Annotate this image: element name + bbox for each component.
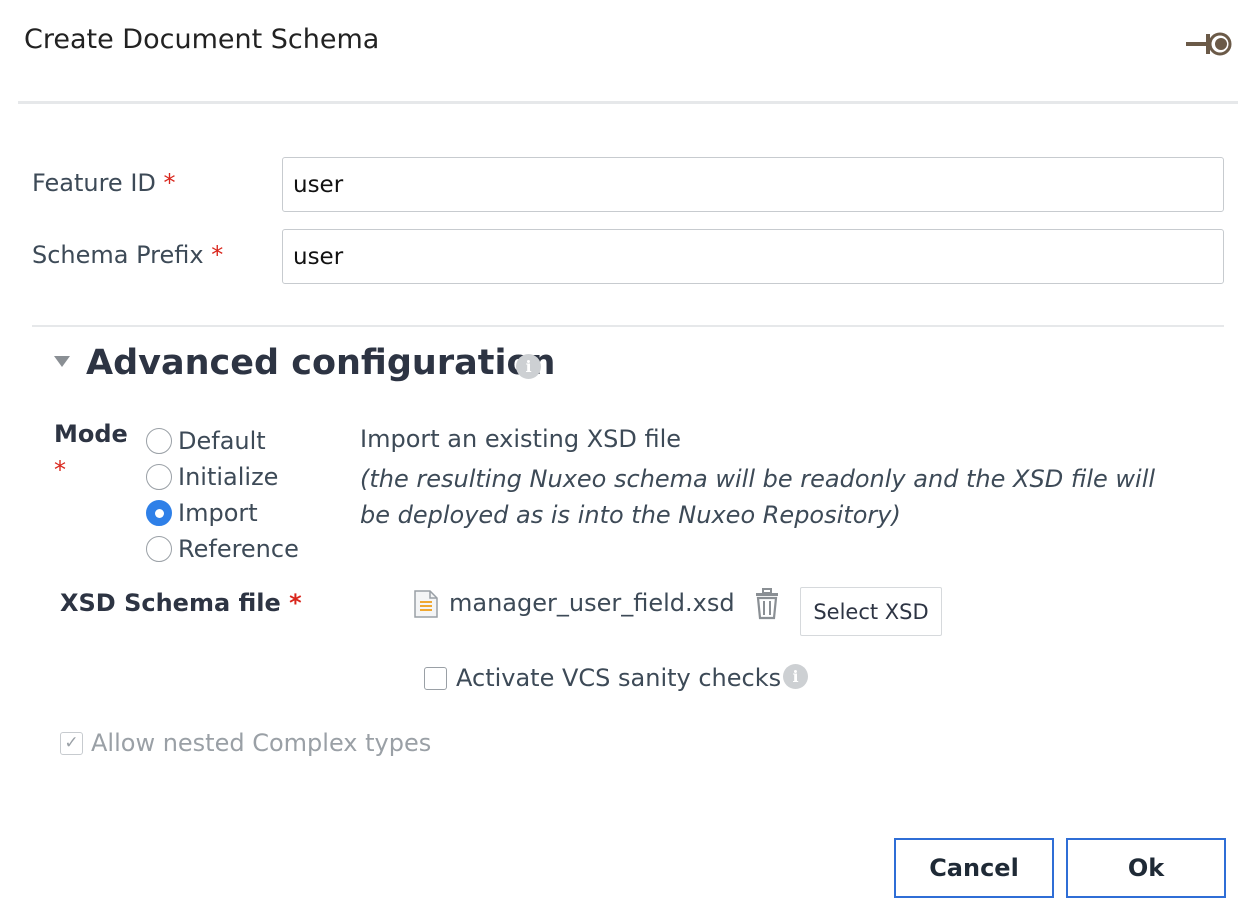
radio-label: Default <box>178 427 266 455</box>
caret-down-icon[interactable] <box>54 356 70 367</box>
radio-button[interactable] <box>146 464 172 490</box>
file-icon <box>414 590 438 618</box>
nested-types-checkbox: ✓ <box>60 731 83 755</box>
trash-icon[interactable] <box>753 588 781 620</box>
mode-note: (the resulting Nuxeo schema will be read… <box>360 465 1156 529</box>
required-marker: * <box>163 169 176 197</box>
radio-label: Import <box>178 499 258 527</box>
radio-label: Initialize <box>178 463 279 491</box>
radio-import[interactable]: Import <box>146 499 258 527</box>
ok-button[interactable]: Ok <box>1066 838 1226 898</box>
feature-id-input[interactable]: user <box>282 157 1224 212</box>
advanced-config-title[interactable]: Advanced configuration <box>86 343 555 383</box>
cancel-button[interactable]: Cancel <box>894 838 1054 898</box>
radio-button-selected[interactable] <box>146 500 172 526</box>
schema-prefix-label: Schema Prefix * <box>32 241 224 269</box>
radio-button[interactable] <box>146 536 172 562</box>
nested-types-row: ✓ Allow nested Complex types <box>60 729 431 757</box>
mode-description: Import an existing XSD file <box>360 425 682 453</box>
pin-icon[interactable] <box>1184 28 1232 60</box>
feature-id-value: user <box>293 171 344 198</box>
required-marker: * <box>289 589 302 617</box>
vcs-checks-checkbox[interactable] <box>424 666 447 690</box>
dialog-title: Create Document Schema <box>24 24 380 55</box>
section-divider <box>32 325 1224 327</box>
feature-id-label: Feature ID * <box>32 169 176 197</box>
radio-button[interactable] <box>146 428 172 454</box>
info-icon[interactable]: i <box>783 664 808 689</box>
mode-label: Mode <box>54 420 128 448</box>
radio-initialize[interactable]: Initialize <box>146 463 278 491</box>
schema-prefix-input[interactable]: user <box>282 229 1224 284</box>
xsd-file-name: manager_user_field.xsd <box>449 589 735 617</box>
required-marker: * <box>211 241 224 269</box>
nested-types-label: Allow nested Complex types <box>91 729 432 757</box>
vcs-checks-label: Activate VCS sanity checks <box>456 664 782 692</box>
required-marker: * <box>54 456 66 484</box>
radio-label: Reference <box>178 535 299 563</box>
header-divider <box>18 101 1238 104</box>
info-icon[interactable]: i <box>516 354 541 379</box>
xsd-schema-label: XSD Schema file * <box>60 589 302 617</box>
schema-prefix-value: user <box>293 243 344 270</box>
radio-reference[interactable]: Reference <box>146 535 299 563</box>
select-xsd-button[interactable]: Select XSD <box>800 587 942 636</box>
vcs-checks-row[interactable]: Activate VCS sanity checks <box>424 664 781 692</box>
radio-default[interactable]: Default <box>146 427 266 455</box>
